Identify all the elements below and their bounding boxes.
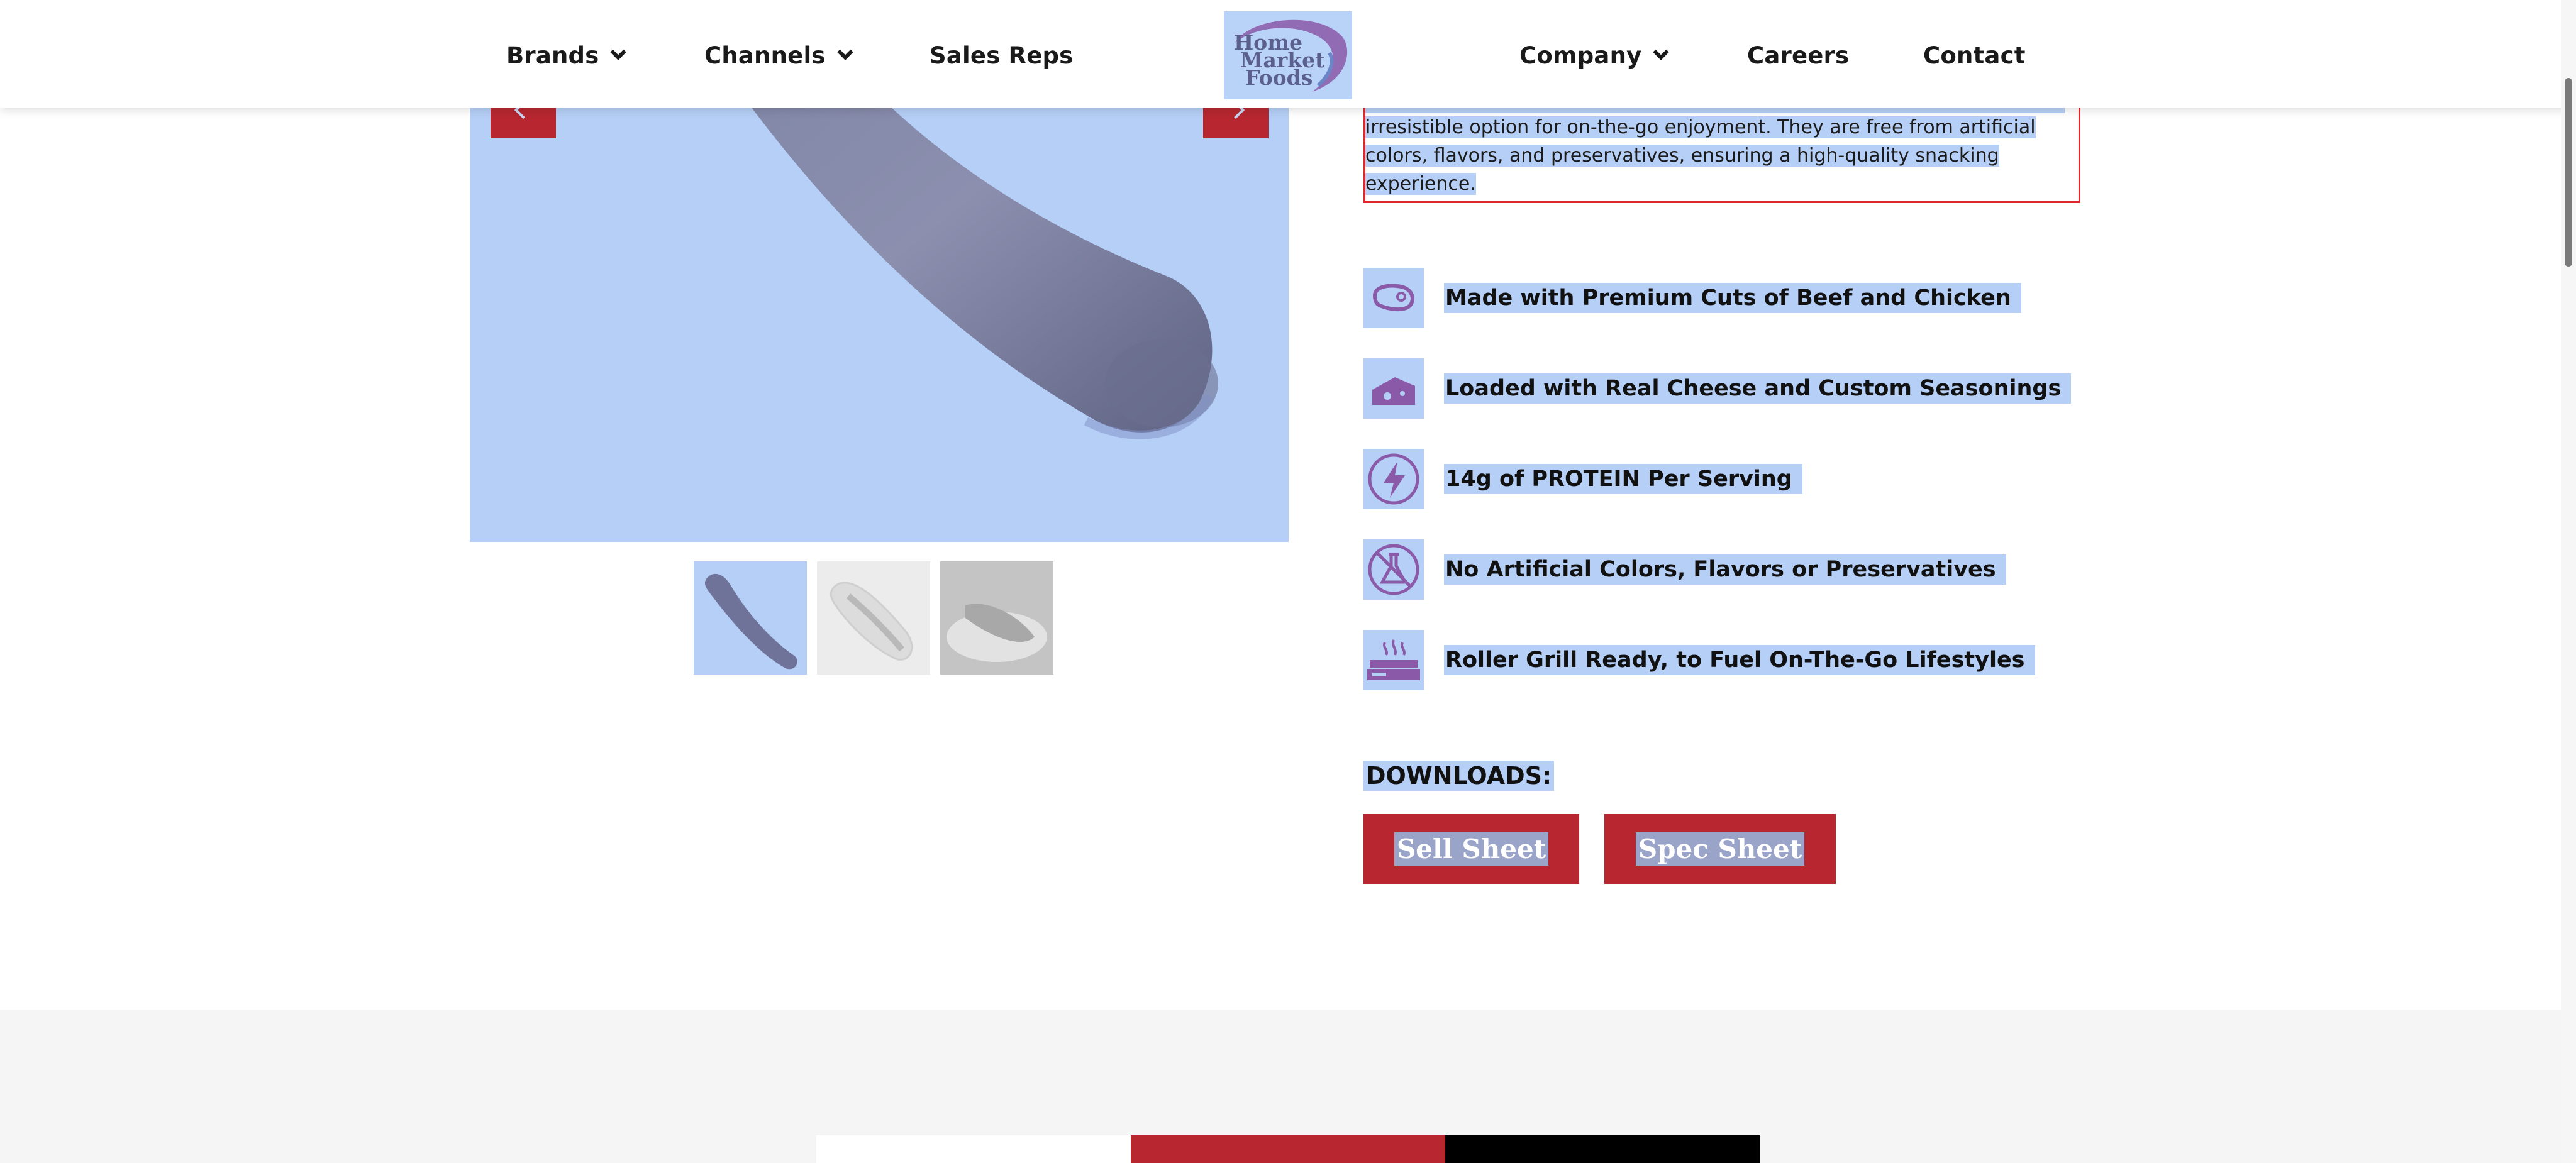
- chevron-down-icon: [836, 44, 853, 60]
- feature-label: 14g of PROTEIN Per Serving: [1444, 464, 1802, 494]
- cheese-icon: [1363, 358, 1424, 419]
- spec-sheet-label: Spec Sheet: [1635, 832, 1805, 866]
- page: Brands Channels Sales Reps Home Market F…: [0, 0, 2576, 1163]
- home-market-foods-logo[interactable]: Home Market Foods: [1224, 11, 1352, 99]
- tab-segment-red[interactable]: [1131, 1135, 1445, 1163]
- nav-sales-reps-label: Sales Reps: [930, 41, 1074, 69]
- chevron-down-icon: [610, 44, 627, 60]
- page-scrollbar[interactable]: [2561, 0, 2576, 1163]
- feature-item: No Artificial Colors, Flavors or Preserv…: [1363, 539, 2006, 600]
- logo-line-3: Foods: [1245, 65, 1313, 90]
- sausage-thumbnail-image: [704, 573, 797, 670]
- nav-channels-label: Channels: [704, 41, 826, 69]
- thumbnail-2[interactable]: [817, 561, 930, 675]
- nav-company[interactable]: Company: [1519, 39, 1670, 72]
- nav-careers[interactable]: Careers: [1747, 39, 1849, 72]
- no-flask-icon: [1363, 539, 1424, 600]
- spec-sheet-button[interactable]: Spec Sheet: [1604, 814, 1836, 884]
- chevron-down-icon: [1653, 44, 1670, 60]
- scrollbar-thumb[interactable]: [2565, 78, 2572, 267]
- feature-label: Made with Premium Cuts of Beef and Chick…: [1444, 283, 2021, 313]
- downloads-heading: DOWNLOADS:: [1363, 761, 1555, 791]
- feature-label: No Artificial Colors, Flavors or Preserv…: [1444, 554, 2006, 585]
- tab-segment-white[interactable]: [816, 1135, 1131, 1163]
- nav-sales-reps[interactable]: Sales Reps: [930, 39, 1073, 72]
- roller-grill-icon: [1363, 630, 1424, 690]
- feature-item: Made with Premium Cuts of Beef and Chick…: [1363, 268, 2021, 328]
- hotdog-bun-thumbnail-image: [830, 582, 913, 661]
- thumbnail-3[interactable]: [940, 561, 1053, 675]
- description-focus-outline: [1363, 102, 2080, 203]
- nav-company-label: Company: [1519, 41, 1642, 69]
- feature-item: Roller Grill Ready, to Fuel On-The-Go Li…: [1363, 630, 2035, 690]
- nav-careers-label: Careers: [1747, 41, 1850, 69]
- feature-label: Roller Grill Ready, to Fuel On-The-Go Li…: [1444, 645, 2035, 675]
- sell-sheet-button[interactable]: Sell Sheet: [1363, 814, 1579, 884]
- nav-brands-label: Brands: [506, 41, 599, 69]
- nav-contact[interactable]: Contact: [1923, 39, 2026, 72]
- tab-segment-black[interactable]: [1445, 1135, 1760, 1163]
- feature-item: 14g of PROTEIN Per Serving: [1363, 449, 1802, 509]
- nav-channels[interactable]: Channels: [704, 39, 853, 72]
- feature-label: Loaded with Real Cheese and Custom Seaso…: [1444, 373, 2072, 404]
- nav-brands[interactable]: Brands: [506, 39, 627, 72]
- sell-sheet-label: Sell Sheet: [1394, 832, 1549, 866]
- feature-item: Loaded with Real Cheese and Custom Seaso…: [1363, 358, 2072, 419]
- lightning-bolt-icon: [1363, 449, 1424, 509]
- plated-hotdog-thumbnail-image: [940, 561, 1053, 675]
- site-header: Brands Channels Sales Reps Home Market F…: [0, 0, 2576, 108]
- thumbnail-1[interactable]: [694, 561, 807, 675]
- steak-icon: [1363, 268, 1424, 328]
- nav-contact-label: Contact: [1923, 41, 2026, 69]
